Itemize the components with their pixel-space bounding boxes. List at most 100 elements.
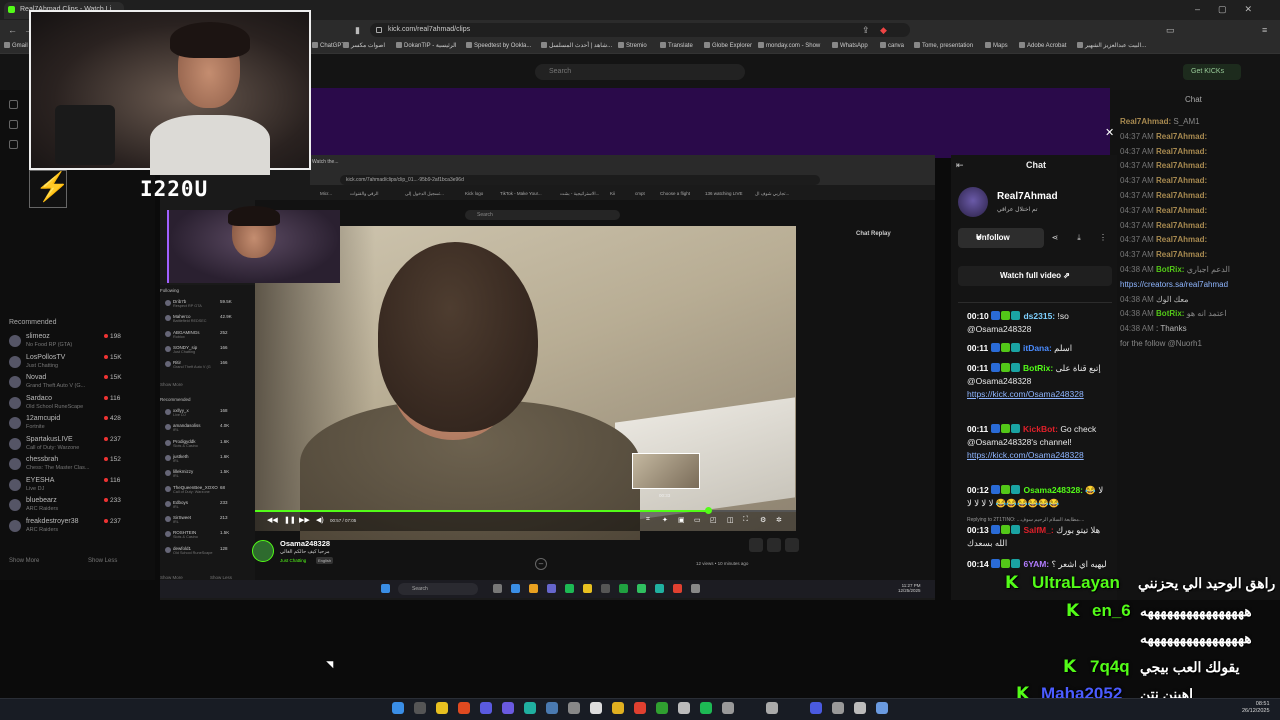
kick-search-input[interactable]: Search: [535, 64, 745, 80]
streamer-avatar[interactable]: [958, 187, 988, 217]
list-item[interactable]: slimeoz No Food RP (GTA) 198: [9, 332, 124, 354]
bookmark-item[interactable]: Maps: [985, 42, 1008, 49]
bookmark-page-icon[interactable]: ▮: [355, 25, 360, 36]
app-icon[interactable]: [810, 702, 822, 714]
window-controls[interactable]: –▢✕: [1195, 4, 1270, 15]
app-icon[interactable]: [700, 702, 712, 714]
list-item[interactable]: LosPollosTV Just Chatting 15K: [9, 353, 124, 375]
rewind-icon[interactable]: ◀◀: [267, 516, 278, 524]
unfollow-button[interactable]: Unfollow: [958, 228, 1044, 248]
app-icon[interactable]: [568, 702, 580, 714]
progress-handle[interactable]: [704, 507, 712, 514]
share-icon[interactable]: ⋖: [1046, 228, 1064, 248]
pin-icon[interactable]: ✦: [662, 516, 668, 524]
fullscreen-icon[interactable]: ⛶: [743, 516, 748, 524]
bookmark-item[interactable]: canva: [880, 42, 904, 49]
start-icon[interactable]: [392, 702, 404, 714]
list-item[interactable]: freakdestroyer38 ARC Raiders 237: [9, 517, 124, 539]
back-icon[interactable]: ←: [8, 25, 17, 35]
bookmark-item[interactable]: DokanTIP - الرئيسية: [396, 42, 457, 49]
app-icon[interactable]: [722, 702, 734, 714]
bookmark-item[interactable]: monday.com - Show: [758, 42, 820, 49]
home-icon[interactable]: [9, 100, 18, 109]
download-button[interactable]: [767, 538, 781, 552]
app-icon[interactable]: [480, 702, 492, 714]
bookmark-item[interactable]: Adobe Acrobat: [1019, 42, 1066, 49]
theater-icon[interactable]: ▭: [694, 516, 701, 524]
app-icon[interactable]: [766, 702, 778, 714]
bookmark-item[interactable]: WhatsApp: [832, 42, 868, 49]
list-item[interactable]: 12amcupid Fortnite 428: [9, 414, 124, 436]
clip-icon[interactable]: ◫: [727, 516, 734, 524]
bookmark-item[interactable]: Translate: [660, 42, 693, 49]
app-icon[interactable]: [832, 702, 844, 714]
brave-browser-icon[interactable]: [458, 702, 470, 714]
more-options-icon[interactable]: ⋮: [1094, 228, 1112, 248]
taskbar-clock[interactable]: 08:51 26/12/2025: [1242, 701, 1270, 715]
xbox-icon[interactable]: [656, 702, 668, 714]
file-explorer-icon[interactable]: [436, 702, 448, 714]
captions-icon[interactable]: ▣: [678, 516, 685, 524]
list-item[interactable]: bluebearz ARC Raiders 233: [9, 496, 124, 518]
app-icon[interactable]: [524, 702, 536, 714]
chat-username[interactable]: KickBot:: [1021, 424, 1061, 434]
collapse-icon[interactable]: –: [535, 558, 547, 570]
settings-icon[interactable]: ⚙: [760, 516, 766, 524]
close-icon[interactable]: ✕: [1105, 126, 1114, 139]
download-icon[interactable]: ⤓: [1070, 228, 1088, 248]
chat-username[interactable]: 6YAM:: [1021, 559, 1051, 569]
show-more-link[interactable]: Show More: [9, 558, 39, 564]
following-icon[interactable]: [9, 140, 18, 149]
pip-icon[interactable]: ◰: [710, 516, 717, 524]
avatar[interactable]: [252, 540, 274, 562]
browse-icon[interactable]: [9, 120, 18, 129]
chat-username[interactable]: itDana:: [1021, 343, 1055, 353]
chat-username[interactable]: BotRix:: [1021, 363, 1056, 373]
show-less-link[interactable]: Show Less: [88, 558, 117, 564]
list-item[interactable]: Novad Grand Theft Auto V (G... 15K: [9, 373, 124, 395]
app-icon[interactable]: [678, 702, 690, 714]
forward-icon[interactable]: ▶▶: [299, 516, 310, 524]
volume-icon[interactable]: ◀): [316, 516, 324, 524]
url-bar[interactable]: kick.com/real7ahmad/clips: [370, 23, 910, 37]
settings-icon[interactable]: [854, 702, 866, 714]
clip-category[interactable]: Just Chatting: [280, 558, 306, 563]
bookmark-item[interactable]: Stremio: [618, 42, 647, 49]
site-info-icon[interactable]: [376, 27, 382, 33]
app-icon[interactable]: [612, 702, 624, 714]
bookmark-item[interactable]: اصوات مكسر: [343, 42, 385, 49]
app-icon[interactable]: [502, 702, 514, 714]
collapse-chat-icon[interactable]: ⇤: [956, 160, 964, 171]
bookmark-item[interactable]: Speedtest by Ookla...: [466, 42, 531, 49]
search-icon[interactable]: [414, 702, 426, 714]
chat-link[interactable]: https://kick.com/Osama248328: [967, 450, 1084, 460]
app-icon[interactable]: [590, 702, 602, 714]
app-icon[interactable]: [634, 702, 646, 714]
chat-username[interactable]: ds2315:: [1021, 311, 1057, 321]
list-item[interactable]: Sardaco Old School RuneScape 116: [9, 394, 124, 416]
list-item[interactable]: chessbrah Chess: The Master Clas... 152: [9, 455, 124, 477]
brave-shield-icon[interactable]: ◆: [880, 25, 887, 36]
bookmark-item[interactable]: شاهد | أحدث المسلسل...: [541, 42, 612, 49]
bookmark-item[interactable]: البيت عبدالعزيز الشهير...: [1077, 42, 1146, 49]
chat-username[interactable]: Osama248328:: [1021, 485, 1085, 495]
like-button[interactable]: [785, 538, 799, 552]
watch-full-video-button[interactable]: Watch full video ⇗: [958, 266, 1112, 286]
chat-link[interactable]: https://kick.com/Osama248328: [967, 389, 1084, 399]
sidebar-toggle-icon[interactable]: ▭: [1166, 25, 1175, 36]
steam-icon[interactable]: [546, 702, 558, 714]
share-button[interactable]: [749, 538, 763, 552]
bookmark-item[interactable]: Tome, presentation: [914, 42, 973, 49]
clip-username[interactable]: Osama248328: [280, 539, 330, 548]
browser-menu-icon[interactable]: ≡: [1262, 25, 1267, 35]
app-icon[interactable]: [876, 702, 888, 714]
get-kicks-button[interactable]: Get KICKs: [1183, 64, 1241, 80]
bookmark-item[interactable]: Gmail: [4, 42, 28, 49]
chat-username[interactable]: SalfM_:: [1021, 525, 1056, 535]
list-item[interactable]: EYESHA Live DJ 116: [9, 476, 124, 498]
bookmark-item[interactable]: ChatGPT: [312, 42, 345, 49]
gear-icon[interactable]: ✲: [776, 516, 782, 524]
list-item[interactable]: SpartakusLIVE Call of Duty: Warzone 237: [9, 435, 124, 457]
bookmark-item[interactable]: Globe Explorer: [704, 42, 752, 49]
crop-icon[interactable]: ⌗: [646, 516, 650, 524]
